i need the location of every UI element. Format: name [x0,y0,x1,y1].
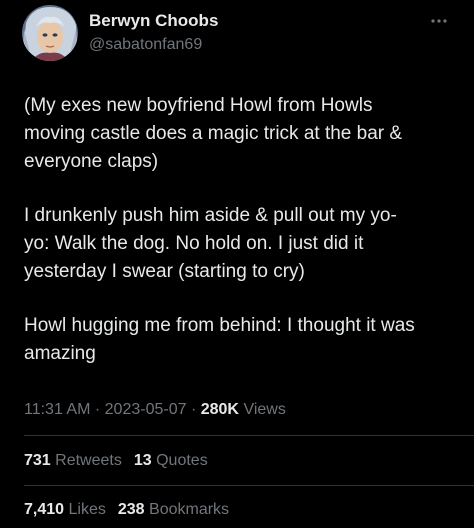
bookmarks-label: Bookmarks [149,501,230,518]
tweet-container: Berwyn Choobs @sabatonfan69 (My exes new… [0,0,474,528]
author-display-name[interactable]: Berwyn Choobs [89,11,218,31]
retweets-count: 731 [24,452,51,469]
avatar[interactable] [22,5,78,61]
likes-bookmarks-row: 7,410 Likes 238 Bookmarks [24,499,229,521]
tweet-meta: 11:31 AM · 2023-05-07 · 280K Views [24,399,286,421]
quotes-label: Quotes [156,452,208,469]
avatar-image [22,5,78,61]
likes-count: 7,410 [24,501,65,518]
tweet-paragraph: I drunkenly push him aside & pull out my… [24,205,397,282]
more-horizontal-icon[interactable] [427,14,451,26]
divider [24,485,474,486]
tweet-paragraph: Howl hugging me from behind: I thought i… [24,315,415,364]
likes-link[interactable]: 7,410 Likes [24,501,106,518]
views-label: Views [243,401,286,418]
divider [24,435,474,436]
tweet-text: (My exes new boyfriend Howl from Howls m… [24,92,460,394]
likes-label: Likes [68,501,106,518]
retweets-quotes-row: 731 Retweets 13 Quotes [24,450,208,472]
tweet-time[interactable]: 11:31 AM [24,401,90,418]
author-handle[interactable]: @sabatonfan69 [89,35,202,55]
tweet-paragraph: (My exes new boyfriend Howl from Howls m… [24,95,403,172]
views-count: 280K [200,401,239,418]
quotes-count: 13 [133,452,152,469]
bookmarks-count: 238 [117,501,145,518]
meta-separator: · [94,401,101,418]
meta-separator: · [190,401,197,418]
tweet-date[interactable]: 2023-05-07 [105,401,187,418]
retweets-label: Retweets [55,452,122,469]
quotes-link[interactable]: 13 Quotes [134,452,208,469]
retweets-link[interactable]: 731 Retweets [24,452,122,469]
bookmarks-link[interactable]: 238 Bookmarks [118,501,229,518]
